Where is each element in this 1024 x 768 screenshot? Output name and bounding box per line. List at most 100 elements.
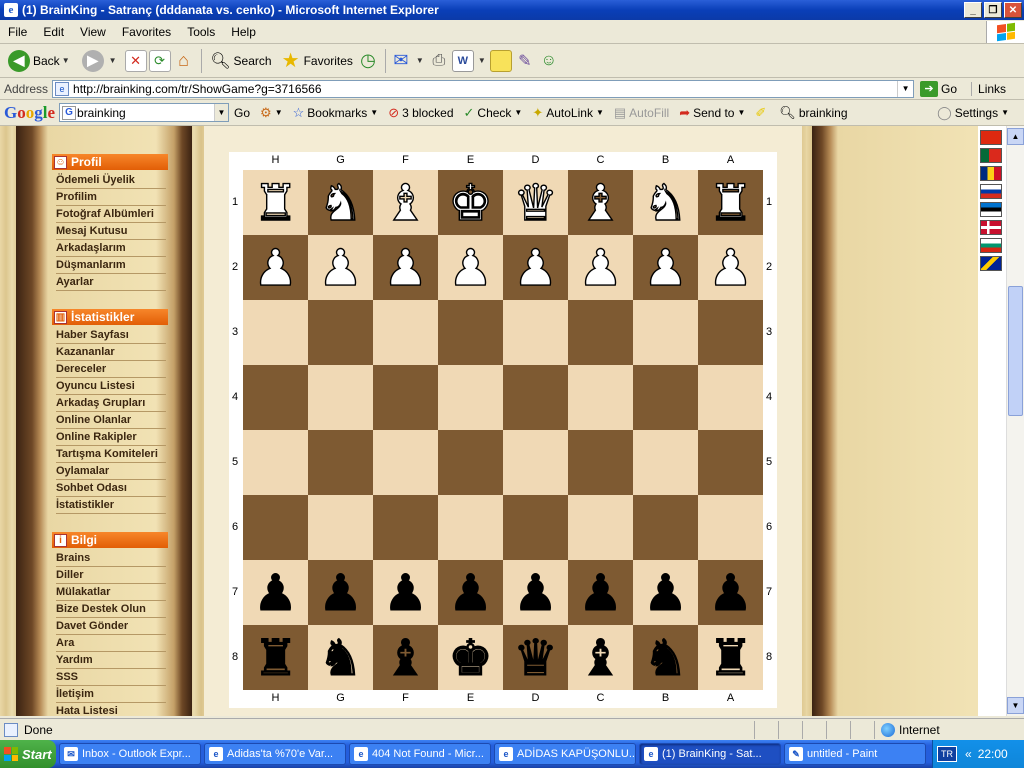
chess-piece[interactable]: ♝ [578, 632, 624, 683]
chess-piece[interactable]: ♛ [513, 632, 559, 683]
highlight-button[interactable]: ✐ [750, 105, 774, 121]
sidebar-link[interactable]: Online Olanlar [56, 412, 166, 429]
google-go-button[interactable]: Go [229, 106, 255, 120]
popup-blocker-button[interactable]: ⊘ 3 blocked [383, 105, 458, 121]
sidebar-link[interactable]: Oylamalar [56, 463, 166, 480]
favorites-button[interactable]: ★ Favorites [276, 47, 357, 75]
board-square[interactable]: ♝ [568, 170, 633, 235]
taskbar-button[interactable]: e 404 Not Found - Micr... [349, 743, 491, 765]
chess-piece[interactable]: ♟ [512, 242, 558, 293]
menu-view[interactable]: View [72, 25, 114, 39]
google-search-input[interactable] [77, 105, 215, 120]
board-square[interactable]: ♟ [698, 560, 763, 625]
board-square[interactable]: ♞ [308, 170, 373, 235]
board-square[interactable]: ♟ [503, 560, 568, 625]
chess-piece[interactable]: ♟ [578, 567, 624, 618]
chess-piece[interactable]: ♜ [253, 632, 299, 683]
flag-portugal[interactable] [980, 148, 1002, 163]
board-square[interactable]: ♟ [438, 235, 503, 300]
sidebar-link[interactable]: SSS [56, 669, 166, 686]
edit-dropdown-icon[interactable]: ▼ [478, 56, 486, 65]
board-square[interactable]: ♛ [503, 170, 568, 235]
sidebar-link[interactable]: Online Rakipler [56, 429, 166, 446]
chess-piece[interactable]: ♛ [512, 177, 558, 228]
sidebar-link[interactable]: İstatistikler [56, 497, 166, 514]
board-square[interactable] [633, 300, 698, 365]
board-square[interactable] [308, 430, 373, 495]
mail-icon[interactable]: ✉ [390, 50, 412, 72]
flag-romania[interactable] [980, 166, 1002, 181]
board-square[interactable]: ♜ [243, 625, 308, 690]
board-square[interactable] [243, 495, 308, 560]
search-term-button[interactable]: 🔍︎ brainking [774, 105, 852, 121]
chess-piece[interactable]: ♟ [317, 242, 363, 293]
board-square[interactable]: ♟ [633, 235, 698, 300]
links-button[interactable]: Links [971, 81, 1006, 96]
board-square[interactable]: ♟ [698, 235, 763, 300]
scroll-up-arrow-icon[interactable]: ▲ [1007, 128, 1024, 145]
sidebar-link[interactable]: Yardım [56, 652, 166, 669]
board-square[interactable] [243, 365, 308, 430]
taskbar-button[interactable]: ✎ untitled - Paint [784, 743, 926, 765]
board-square[interactable] [698, 495, 763, 560]
chess-piece[interactable]: ♝ [383, 632, 429, 683]
board-square[interactable] [373, 430, 438, 495]
board-square[interactable] [438, 495, 503, 560]
board-square[interactable]: ♟ [633, 560, 698, 625]
board-square[interactable]: ♟ [568, 560, 633, 625]
start-button[interactable]: Start [0, 740, 56, 768]
send-to-button[interactable]: ➦ Send to ▼ [674, 105, 750, 121]
board-square[interactable]: ♟ [308, 235, 373, 300]
board-square[interactable] [503, 495, 568, 560]
sidebar-link[interactable]: Ara [56, 635, 166, 652]
sidebar-link[interactable]: Hata Listesi [56, 703, 166, 716]
board-square[interactable] [503, 365, 568, 430]
sidebar-section-header[interactable]: ▥ İstatistikler [52, 309, 168, 325]
sidebar-link[interactable]: Haber Sayfası [56, 327, 166, 344]
chess-piece[interactable]: ♝ [577, 177, 623, 228]
taskbar-button[interactable]: ✉ Inbox - Outlook Expr... [59, 743, 201, 765]
board-square[interactable] [373, 365, 438, 430]
sidebar-link[interactable]: Ödemeli Üyelik [56, 172, 166, 189]
board-square[interactable]: ♚ [438, 170, 503, 235]
google-search-dropdown-icon[interactable]: ▼ [214, 104, 229, 121]
menu-tools[interactable]: Tools [179, 25, 223, 39]
chess-piece[interactable]: ♟ [708, 567, 754, 618]
board-square[interactable] [308, 495, 373, 560]
board-square[interactable] [633, 365, 698, 430]
sidebar-link[interactable]: Mesaj Kutusu [56, 223, 166, 240]
flag-bulgaria[interactable] [980, 238, 1002, 253]
flag-russia[interactable] [980, 184, 1002, 199]
autofill-button[interactable]: ▤ AutoFill [609, 105, 674, 121]
edit-word-icon[interactable]: W [451, 49, 474, 72]
board-square[interactable] [373, 495, 438, 560]
flag-china[interactable] [980, 130, 1002, 145]
board-square[interactable]: ♚ [438, 625, 503, 690]
sidebar-section-header[interactable]: i Bilgi [52, 532, 168, 548]
refresh-icon[interactable]: ⟳ [148, 49, 171, 72]
sidebar-link[interactable]: Brains [56, 550, 166, 567]
board-square[interactable] [438, 430, 503, 495]
sidebar-link[interactable]: Oyuncu Listesi [56, 378, 166, 395]
sidebar-link[interactable]: Fotoğraf Albümleri [56, 206, 166, 223]
spell-check-button[interactable]: ✓ Check ▼ [459, 105, 528, 121]
board-square[interactable] [243, 430, 308, 495]
board-square[interactable]: ♛ [503, 625, 568, 690]
chess-piece[interactable]: ♟ [643, 567, 689, 618]
board-square[interactable]: ♝ [373, 625, 438, 690]
board-square[interactable]: ♝ [568, 625, 633, 690]
sidebar-link[interactable]: Düşmanlarım [56, 257, 166, 274]
google-search-field[interactable]: G ▼ [59, 103, 230, 122]
chess-piece[interactable]: ♚ [448, 632, 494, 683]
mail-dropdown-icon[interactable]: ▼ [416, 56, 424, 65]
board-square[interactable]: ♟ [373, 560, 438, 625]
chess-piece[interactable]: ♚ [447, 177, 493, 228]
board-square[interactable]: ♜ [698, 170, 763, 235]
home-icon[interactable]: ⌂ [173, 50, 195, 72]
go-button[interactable]: ➔ Go [920, 80, 957, 97]
chess-piece[interactable]: ♞ [318, 632, 364, 683]
vertical-scrollbar[interactable]: ▲ ▼ [1006, 126, 1024, 716]
sidebar-link[interactable]: Bize Destek Olun [56, 601, 166, 618]
sidebar-link[interactable]: Profilim [56, 189, 166, 206]
board-square[interactable] [308, 365, 373, 430]
